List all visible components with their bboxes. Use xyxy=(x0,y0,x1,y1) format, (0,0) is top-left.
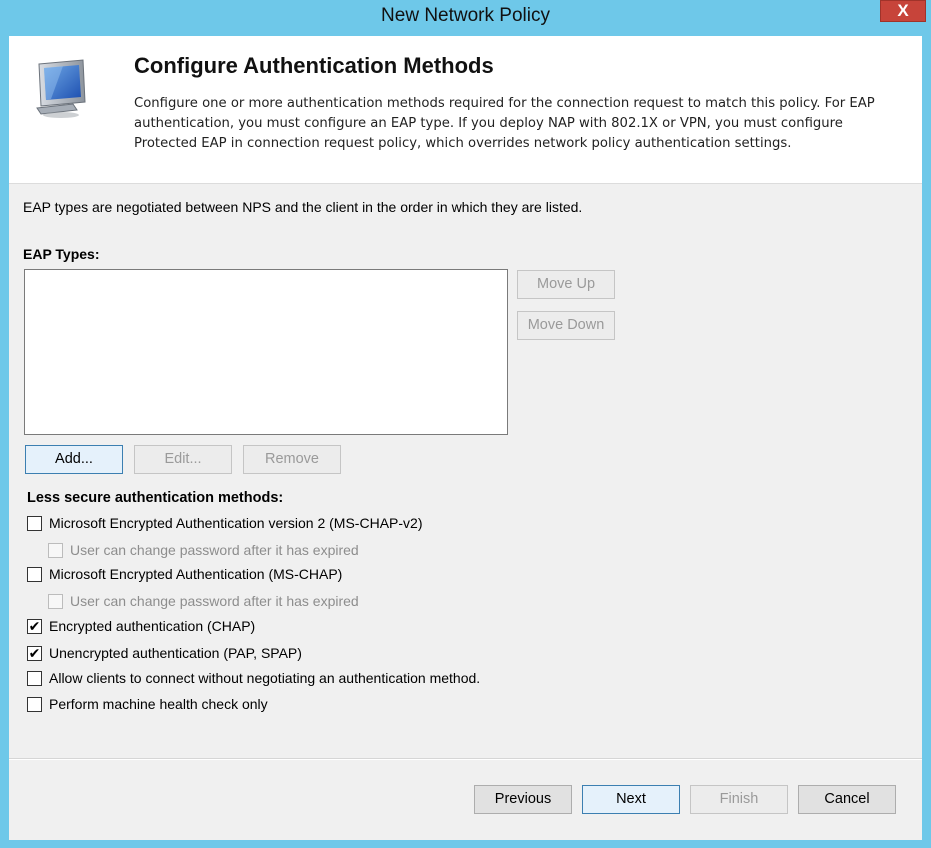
checkbox-label: Microsoft Encrypted Authentication (MS-C… xyxy=(49,566,343,582)
previous-button[interactable]: Previous xyxy=(474,785,572,814)
checkbox-label: User can change password after it has ex… xyxy=(70,593,359,609)
checkbox-label: Allow clients to connect without negotia… xyxy=(49,670,481,686)
close-icon: X xyxy=(897,1,909,20)
checkbox-box[interactable] xyxy=(48,542,63,558)
move-down-button[interactable]: Move Down xyxy=(517,311,615,340)
checkbox-label: Microsoft Encrypted Authentication versi… xyxy=(49,515,423,531)
checkbox-label: Perform machine health check only xyxy=(49,696,268,712)
checkbox-mschap[interactable]: Microsoft Encrypted Authentication (MS-C… xyxy=(27,564,342,584)
checkbox-label: Unencrypted authentication (PAP, SPAP) xyxy=(49,645,302,661)
less-secure-methods-label: Less secure authentication methods: xyxy=(27,490,284,506)
monitor-icon xyxy=(36,59,86,118)
checkbox-box[interactable] xyxy=(27,566,42,582)
checkbox-box[interactable] xyxy=(27,515,42,531)
checkbox-pap-spap[interactable]: ✔ Unencrypted authentication (PAP, SPAP) xyxy=(27,643,302,663)
checkbox-chap[interactable]: ✔ Encrypted authentication (CHAP) xyxy=(27,616,255,636)
move-up-button[interactable]: Move Up xyxy=(517,270,615,299)
checkbox-label: User can change password after it has ex… xyxy=(70,542,359,558)
close-button[interactable]: X xyxy=(880,0,926,22)
next-button[interactable]: Next xyxy=(582,785,680,814)
window-title: New Network Policy xyxy=(381,5,550,26)
checkbox-label: Encrypted authentication (CHAP) xyxy=(49,618,256,634)
eap-types-label: EAP Types: xyxy=(23,246,100,262)
finish-button[interactable]: Finish xyxy=(690,785,788,814)
dialog-window: New Network Policy X Configure Authentic… xyxy=(0,0,931,848)
footer-divider xyxy=(9,758,922,760)
cancel-button[interactable]: Cancel xyxy=(798,785,896,814)
checkbox-box[interactable] xyxy=(27,696,42,712)
checkmark-icon: ✔ xyxy=(28,617,41,634)
checkmark-icon: ✔ xyxy=(28,644,41,661)
checkbox-mschapv2-change-password[interactable]: User can change password after it has ex… xyxy=(48,540,359,560)
checkbox-box[interactable]: ✔ xyxy=(27,644,42,661)
add-eap-button[interactable]: Add... xyxy=(25,445,123,474)
edit-eap-button[interactable]: Edit... xyxy=(134,445,232,474)
checkbox-mschapv2[interactable]: Microsoft Encrypted Authentication versi… xyxy=(27,513,422,533)
page-title: Configure Authentication Methods xyxy=(134,53,494,78)
checkbox-mschap-change-password[interactable]: User can change password after it has ex… xyxy=(48,591,359,611)
wizard-header: Configure Authentication Methods Configu… xyxy=(9,36,922,184)
remove-eap-button[interactable]: Remove xyxy=(243,445,341,474)
eap-intro-text: EAP types are negotiated between NPS and… xyxy=(23,199,583,215)
checkbox-box[interactable] xyxy=(48,593,63,609)
checkbox-box[interactable]: ✔ xyxy=(27,617,42,634)
checkbox-health-check[interactable]: Perform machine health check only xyxy=(27,694,268,714)
title-bar[interactable]: New Network Policy X xyxy=(0,0,931,36)
dialog-content: Configure Authentication Methods Configu… xyxy=(9,36,922,840)
page-description: Configure one or more authentication met… xyxy=(134,96,875,151)
checkbox-no-auth[interactable]: Allow clients to connect without negotia… xyxy=(27,668,480,688)
eap-types-list[interactable] xyxy=(24,269,508,435)
checkbox-box[interactable] xyxy=(27,670,42,686)
